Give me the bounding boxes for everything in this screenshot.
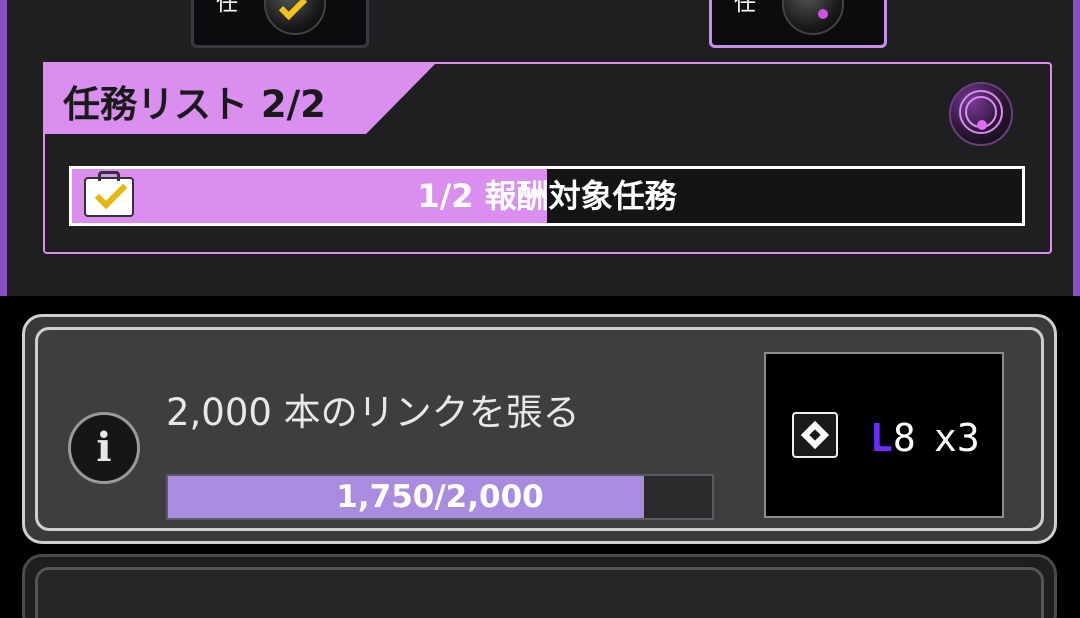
next-task-card[interactable] [22,554,1057,618]
resonator-item-icon [792,412,838,458]
task-progress-bar: 1,750/2,000 [166,474,714,520]
completed-medal-icon [264,0,326,35]
reward-mission-progress-label: 1/2 報酬対象任務 [417,177,677,215]
reward-mission-progress-bar: 1/2 報酬対象任務 [69,166,1025,226]
reward-item-level: L8 [870,416,916,460]
active-medal-icon [782,0,844,35]
mission-list-panel: 任務リスト 2/2 1/2 報酬対象任務 [43,62,1052,254]
info-icon[interactable]: i [68,412,140,484]
mission-section: 任 任 任務リスト 2/2 1/2 報酬対象任務 [0,0,1080,296]
mission-tab-2-label: 任 [730,0,755,13]
mission-list-header: 任務リスト 2/2 [43,62,437,134]
task-progress-label: 1,750/2,000 [336,479,544,515]
mission-tab-1[interactable]: 任 [191,0,369,48]
task-card-inner: i 2,000 本のリンクを張る 1,750/2,000 L8 x3 [35,327,1044,531]
mission-emblem-icon [949,82,1013,146]
mission-list-title: 任務リスト 2/2 [63,83,326,126]
task-reward-box[interactable]: L8 x3 [764,352,1004,518]
next-task-card-inner [35,567,1044,618]
task-card[interactable]: i 2,000 本のリンクを張る 1,750/2,000 L8 x3 [22,314,1057,544]
reward-item-quantity: x3 [934,416,980,460]
task-title: 2,000 本のリンクを張る [166,391,580,434]
mission-tab-1-label: 任 [212,0,237,13]
mission-tab-2[interactable]: 任 [709,0,887,48]
